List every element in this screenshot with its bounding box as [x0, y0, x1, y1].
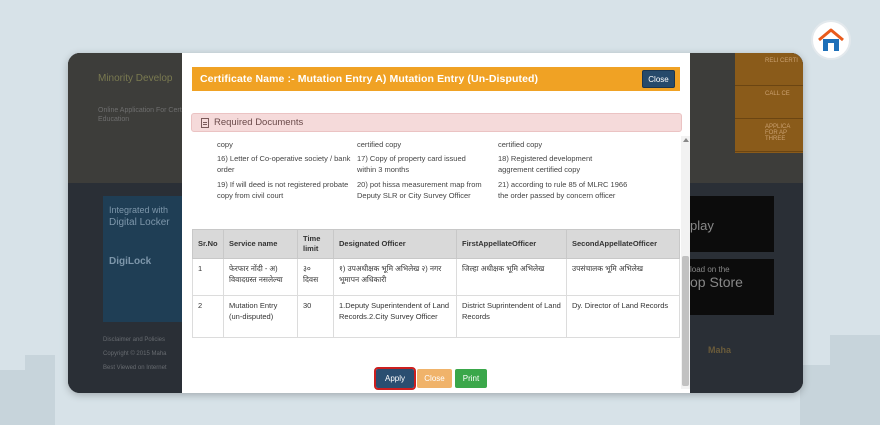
- document-item: 19) If will deed is not registered proba…: [217, 180, 349, 200]
- footer-copyright: Copyright © 2015 Maha: [103, 351, 167, 357]
- home-logo-icon: [811, 20, 851, 60]
- document-icon: [201, 117, 209, 128]
- digilocker-line2: Digital Locker: [109, 217, 170, 228]
- cell-second-appellate: Dy. Director of Land Records: [566, 295, 680, 338]
- digilocker-line1: Integrated with: [109, 205, 169, 215]
- digilocker-brand: DigiLock: [109, 256, 152, 267]
- cell-second-appellate: उपसंचालक भूमि अभिलेख: [566, 258, 680, 296]
- minority-heading: Minority Develop: [98, 73, 173, 84]
- cell-first-appellate: District Suprintendent of Land Records: [456, 295, 567, 338]
- table-header-row: Sr.No Service name Time limit Designated…: [192, 229, 680, 259]
- header-service-name: Service name: [223, 229, 298, 259]
- services-table: Sr.No Service name Time limit Designated…: [192, 229, 680, 338]
- apply-button[interactable]: Apply: [374, 367, 416, 390]
- header-sr-no: Sr.No: [192, 229, 224, 259]
- cell-time-limit: 30: [297, 295, 334, 338]
- app-store-badge[interactable]: load on the op Store: [684, 259, 774, 315]
- header-designated-officer: Designated Officer: [333, 229, 457, 259]
- cell-service-name: Mutation Entry (un-disputed): [223, 295, 298, 338]
- footer-best-viewed: Best Viewed on Internet: [103, 365, 167, 371]
- app-store-line1: load on the: [690, 265, 730, 274]
- footer-disclaimer[interactable]: Disclaimer and Policies: [103, 333, 167, 347]
- cell-designated-officer: १) उपअधीक्षक भूमि अभिलेख २) नगर भूमापन अ…: [333, 258, 457, 296]
- cell-sr-no: 1: [192, 258, 224, 296]
- modal-action-buttons: Apply Close Print: [374, 367, 487, 390]
- maha-logo: Maha: [708, 345, 732, 355]
- close-button[interactable]: Close: [417, 369, 452, 388]
- header-first-appellate: FirstAppellateOfficer: [456, 229, 567, 259]
- document-item: 16) Letter of Co-operative society / ban…: [217, 154, 351, 174]
- document-item: copy: [217, 140, 233, 149]
- right-link[interactable]: CALL CE: [735, 86, 803, 119]
- document-item: 20) pot hissa measurement map from Deput…: [357, 180, 482, 200]
- google-play-badge[interactable]: play: [684, 196, 774, 252]
- certificate-modal: Certificate Name :- Mutation Entry A) Mu…: [182, 53, 690, 393]
- table-row: 2 Mutation Entry (un-disputed) 30 1.Depu…: [192, 295, 680, 338]
- cell-first-appellate: जिल्हा अधीक्षक भूमि अभिलेख: [456, 258, 567, 296]
- background-footer: Disclaimer and Policies Copyright © 2015…: [103, 333, 167, 375]
- modal-scroll-area[interactable]: copy certified copy certified copy 16) L…: [192, 136, 682, 372]
- document-item: certified copy: [357, 140, 402, 149]
- scrollbar-thumb[interactable]: [682, 256, 689, 386]
- document-item: 17) Copy of property card issued within …: [357, 154, 466, 174]
- right-link[interactable]: RELI CERTI: [735, 53, 803, 86]
- document-item: certified copy: [498, 140, 543, 149]
- document-item: 18) Registered development aggrement cer…: [498, 154, 593, 174]
- table-row: 1 फेरफार नोंदी - अ) विवादग्रस्त नसलेल्या…: [192, 258, 680, 296]
- digilocker-banner[interactable]: Integrated with Digital Locker DigiLock: [103, 196, 183, 322]
- right-link[interactable]: APPLICA FOR AP THREE: [735, 119, 803, 152]
- required-documents-label: Required Documents: [214, 117, 304, 128]
- cell-designated-officer: 1.Deputy Superintendent of Land Records.…: [333, 295, 457, 338]
- document-item: 21) according to rule 85 of MLRC 1966 th…: [498, 180, 628, 200]
- modal-scrollbar[interactable]: [681, 136, 690, 389]
- header-second-appellate: SecondAppellateOfficer: [566, 229, 680, 259]
- close-top-button[interactable]: Close: [642, 70, 675, 88]
- print-button[interactable]: Print: [455, 369, 487, 388]
- required-documents-heading: Required Documents: [191, 113, 682, 132]
- header-time-limit: Time limit: [297, 229, 334, 259]
- scroll-up-arrow-icon[interactable]: [683, 138, 689, 142]
- modal-title: Certificate Name :- Mutation Entry A) Mu…: [200, 73, 539, 85]
- background-right-links: RELI CERTI CALL CE APPLICA FOR AP THREE: [735, 53, 803, 153]
- page-screenshot-frame: Minority Develop Online Application For …: [68, 53, 803, 393]
- cell-sr-no: 2: [192, 295, 224, 338]
- modal-title-bar: Certificate Name :- Mutation Entry A) Mu…: [192, 67, 680, 91]
- cell-service-name: फेरफार नोंदी - अ) विवादग्रस्त नसलेल्या: [223, 258, 298, 296]
- cell-time-limit: ३० दिवस: [297, 258, 334, 296]
- app-store-line2: op Store: [690, 274, 743, 290]
